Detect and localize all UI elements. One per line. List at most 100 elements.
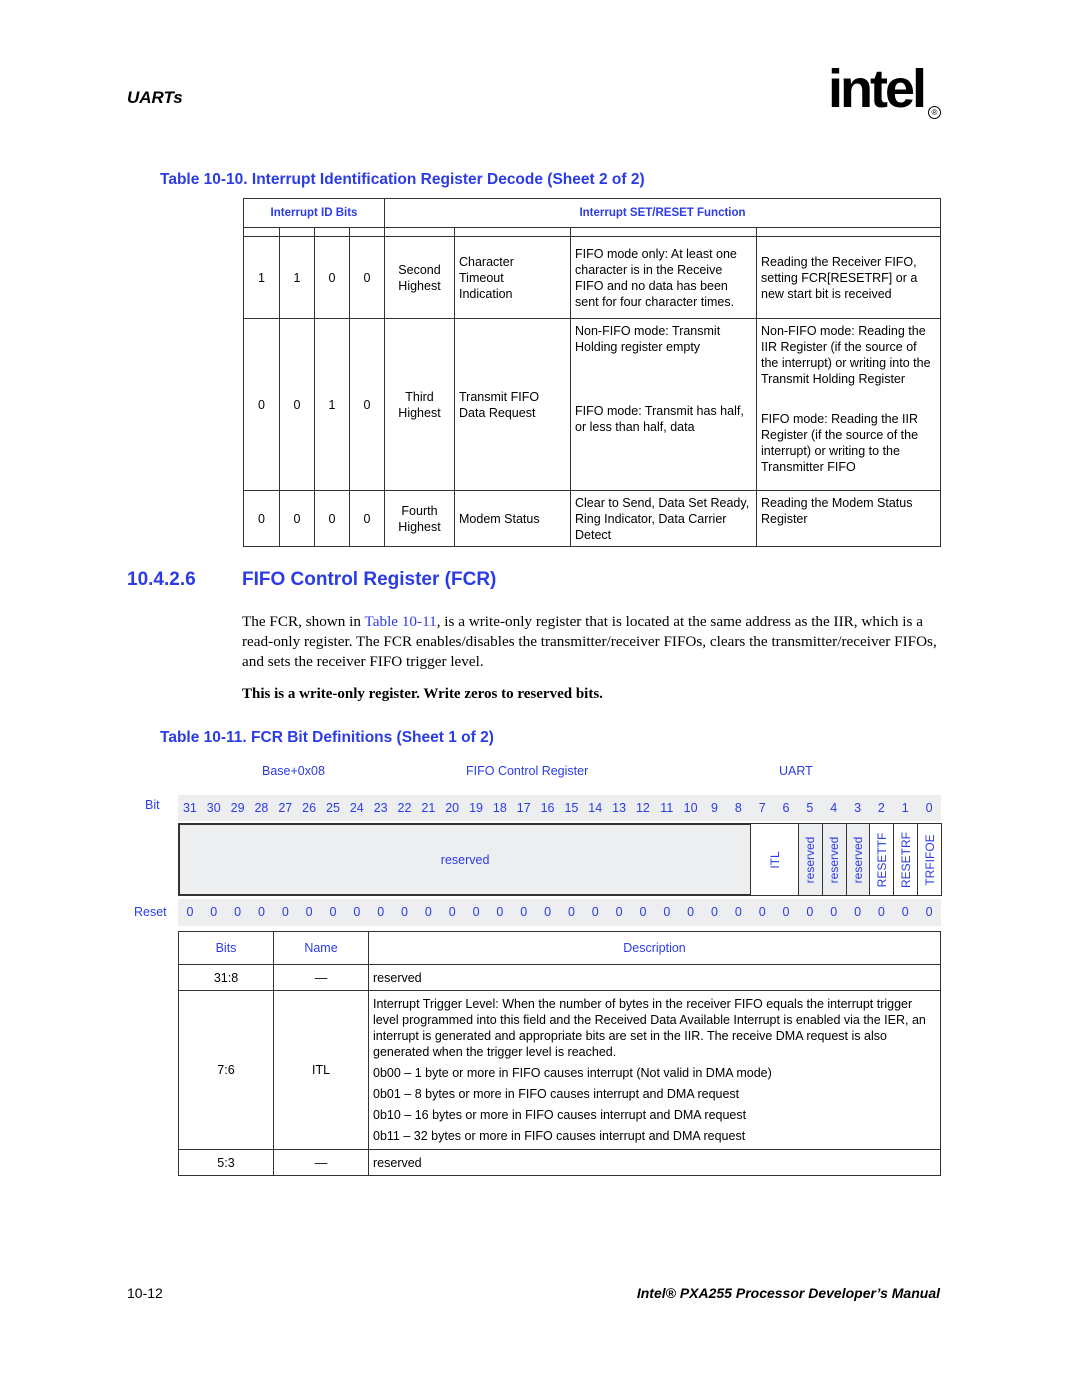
table-row: 31:8 — reserved xyxy=(178,964,941,991)
row-description: reserved xyxy=(368,964,941,991)
id-bit: 1 xyxy=(314,318,350,491)
field-label: TRFIFOE xyxy=(922,833,937,886)
id-bit: 0 xyxy=(279,490,315,547)
id-bit: 0 xyxy=(349,318,385,491)
priority: Second Highest xyxy=(384,236,455,319)
bit-number: 14 xyxy=(588,801,603,815)
register-field-itl: ITL xyxy=(750,823,799,896)
bit-number: 25 xyxy=(326,801,340,815)
id-bit: 1 xyxy=(279,236,315,319)
register-field-reserved: reserved xyxy=(845,823,871,896)
bit-row-label: Bit xyxy=(145,798,160,812)
bit-number: 27 xyxy=(278,801,293,815)
write-only-note: This is a write-only register. Write zer… xyxy=(242,686,603,702)
id-bit: 0 xyxy=(314,490,350,547)
body-paragraph: The FCR, shown in Table 10-11, is a writ… xyxy=(242,612,942,672)
interrupt-type: Character Timeout Indication xyxy=(454,236,571,319)
reset-value: 0 xyxy=(782,905,790,919)
reset-value: 0 xyxy=(925,905,933,919)
id-bit: 0 xyxy=(349,236,385,319)
reset-value: 0 xyxy=(353,905,361,919)
bit-number: 10 xyxy=(683,801,698,815)
description-text: Interrupt Trigger Level: When the number… xyxy=(373,997,926,1059)
header-bits: Bits xyxy=(178,931,274,965)
reset-value: 0 xyxy=(257,905,265,919)
table-10-11-link[interactable]: Table 10-11 xyxy=(365,613,437,630)
reset-value: 0 xyxy=(281,905,289,919)
description-option: 0b10 – 16 bytes or more in FIFO causes i… xyxy=(373,1108,747,1122)
bit-number: 31 xyxy=(182,801,197,815)
register-field-reserved: reserved xyxy=(821,823,847,896)
reset-value: 0 xyxy=(663,905,671,919)
intel-logo: intel ® xyxy=(828,62,948,142)
table-10-11-caption: Table 10-11. FCR Bit Definitions (Sheet … xyxy=(160,729,494,746)
reset-value: 0 xyxy=(234,905,242,919)
priority: Third Highest xyxy=(384,318,455,491)
bit-number: 29 xyxy=(230,801,245,815)
id-bit: 0 xyxy=(349,490,385,547)
bit-number: 6 xyxy=(782,801,790,815)
reset-fifo: FIFO mode: Reading the IIR Register (if … xyxy=(761,412,919,474)
bit-number: 18 xyxy=(492,801,507,815)
table-header-row: Bits Name Description xyxy=(178,931,941,965)
reset-value: 0 xyxy=(877,905,885,919)
register-field-resettf: RESETTF xyxy=(869,823,895,896)
section-title: FIFO Control Register (FCR) xyxy=(242,569,497,590)
reset-value: 0 xyxy=(186,905,194,919)
table-10-10-caption: Table 10-10. Interrupt Identification Re… xyxy=(160,171,645,188)
spacer-row xyxy=(243,227,941,237)
interrupt-type: Modem Status xyxy=(454,490,571,547)
field-label: RESETTF xyxy=(874,832,889,887)
bit-number: 23 xyxy=(373,801,388,815)
reset-value: 0 xyxy=(329,905,337,919)
bit-number: 22 xyxy=(397,801,412,815)
row-bits: 5:3 xyxy=(178,1149,274,1176)
interrupt-source: Clear to Send, Data Set Ready, Ring Indi… xyxy=(570,490,757,547)
iir-decode-table: Interrupt ID Bits Interrupt SET/RESET Fu… xyxy=(243,198,941,547)
bit-number: 16 xyxy=(540,801,555,815)
id-bit: 0 xyxy=(314,236,350,319)
bit-number: 26 xyxy=(302,801,317,815)
bit-number: 28 xyxy=(254,801,269,815)
reset-value: 0 xyxy=(401,905,408,919)
register-field-reserved: reserved xyxy=(797,823,823,896)
table-row: 1 1 0 0 Second Highest Character Timeout… xyxy=(243,236,941,319)
id-bit: 0 xyxy=(243,490,280,547)
field-label: reserved xyxy=(440,852,490,867)
description-option: 0b01 – 8 bytes or more in FIFO causes in… xyxy=(373,1087,740,1101)
registered-mark-icon: ® xyxy=(928,106,941,119)
logo-wordmark: intel xyxy=(828,59,927,119)
row-bits: 7:6 xyxy=(178,990,274,1150)
table-header-row: Interrupt ID Bits Interrupt SET/RESET Fu… xyxy=(243,198,941,228)
reset-value: 0 xyxy=(854,905,862,919)
register-name: FIFO Control Register xyxy=(466,764,589,778)
register-field-reserved: reserved xyxy=(178,823,752,896)
field-label: reserved xyxy=(827,836,842,883)
field-label: RESETRF xyxy=(898,831,913,888)
bit-number: 20 xyxy=(445,801,460,815)
bit-number: 0 xyxy=(925,801,933,815)
reset-value: 0 xyxy=(377,905,385,919)
bit-number-row: 31 30 29 28 27 26 25 24 23 22 21 20 19 18 17 16 15 14 13 12… xyxy=(178,795,941,821)
bit-number: 5 xyxy=(806,801,814,815)
interrupt-type: Transmit FIFO Data Request xyxy=(454,318,571,491)
bit-number: 7 xyxy=(758,801,766,815)
manual-title: Intel® PXA255 Processor Developer’s Manu… xyxy=(636,1285,940,1301)
field-label: ITL xyxy=(767,850,782,869)
reset-value: 0 xyxy=(520,905,528,919)
reset-value: 0 xyxy=(591,905,599,919)
bit-number: 15 xyxy=(564,801,579,815)
id-bit: 1 xyxy=(243,236,280,319)
reset-value: 0 xyxy=(901,905,909,919)
page-number: 10-12 xyxy=(127,1285,163,1301)
table-row: 0 0 0 0 Fourth Highest Modem Status Clea… xyxy=(243,490,941,547)
reset-value: 0 xyxy=(734,905,742,919)
section-number: 10.4.2.6 xyxy=(127,569,196,590)
bit-number: 1 xyxy=(901,801,909,815)
interrupt-reset: Non-FIFO mode: Reading the IIR Register … xyxy=(756,318,941,491)
reset-value: 0 xyxy=(210,905,218,919)
bit-number: 3 xyxy=(854,801,862,815)
row-name: — xyxy=(273,964,369,991)
priority: Fourth Highest xyxy=(384,490,455,547)
section-tag: UARTs xyxy=(127,88,183,107)
